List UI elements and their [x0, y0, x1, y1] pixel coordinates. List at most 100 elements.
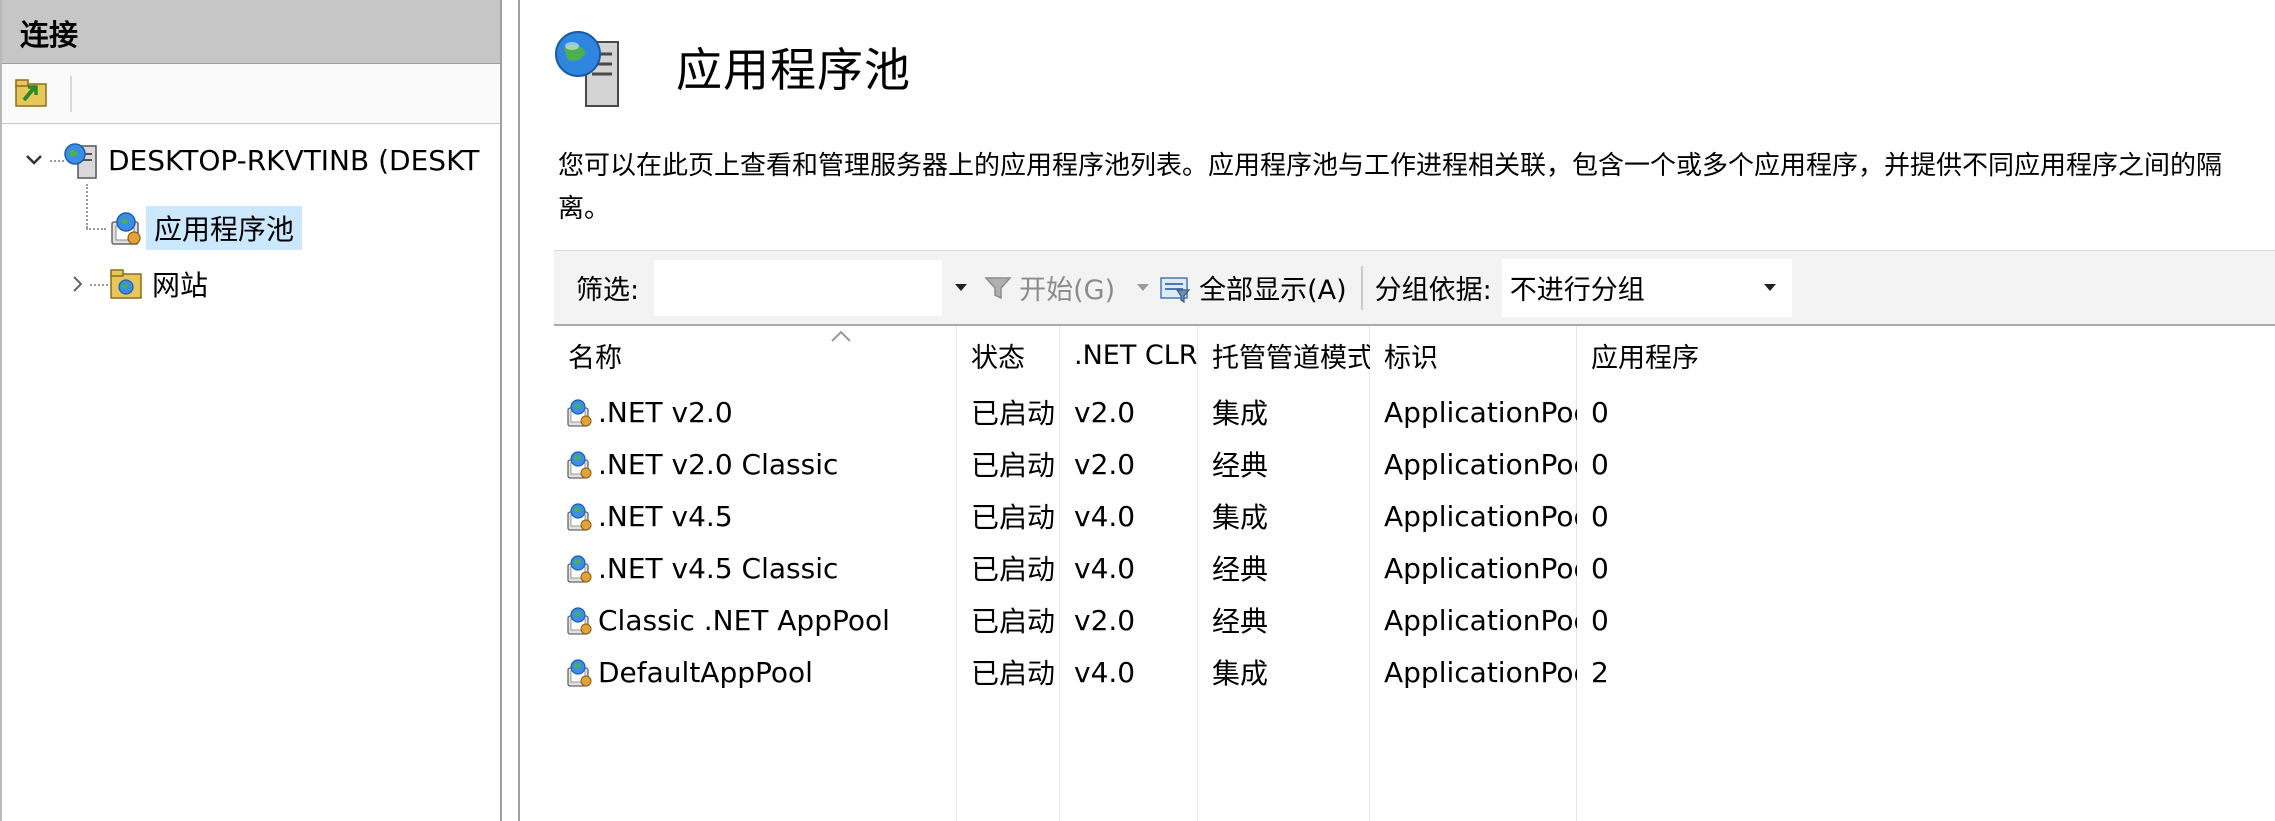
- table-row[interactable]: Classic .NET AppPool 已启动 v2.0 经典 Application…: [554, 594, 2275, 646]
- show-all-button-label: 全部显示(A): [1199, 275, 1347, 306]
- app-pool-icon: [567, 607, 592, 635]
- cell-name: .NET v2.0: [554, 386, 957, 438]
- group-by-value: 不进行分组: [1509, 275, 1645, 306]
- cell-applications: 0: [1591, 499, 1609, 533]
- cell-applications: 0: [1591, 395, 1609, 429]
- cell-name: .NET v4.5 Classic: [554, 542, 957, 594]
- cell-applications: 0: [1591, 447, 1609, 481]
- cell-pipeline-mode: 经典: [1212, 553, 1269, 586]
- connections-header: 连接: [2, 0, 500, 64]
- tree-connector: [86, 228, 106, 230]
- table-row[interactable]: DefaultAppPool 已启动 v4.0 集成 ApplicationPoolI.…: [554, 646, 2275, 698]
- cell-identity: ApplicationPoolI...: [1384, 499, 1577, 533]
- cell-status: 已启动: [971, 449, 1056, 482]
- tree-item-sites-label: 网站: [152, 269, 209, 302]
- cell-pipeline-mode: 集成: [1212, 501, 1269, 534]
- sites-folder-icon: [110, 269, 142, 299]
- cell-identity: ApplicationPoolI...: [1384, 551, 1577, 585]
- pool-name: Classic .NET AppPool: [598, 603, 890, 637]
- app-pool-icon: [111, 212, 141, 245]
- table-row[interactable]: .NET v2.0 已启动 v2.0 集成 ApplicationPoolI... 0: [554, 386, 2275, 438]
- cell-status: 已启动: [971, 397, 1056, 430]
- funnel-icon: [984, 276, 1012, 299]
- tree-item-app-pools[interactable]: 应用程序池: [106, 204, 303, 252]
- app-pools-header-icon: [555, 31, 619, 107]
- column-header-pipeline[interactable]: 托管管道模式: [1198, 326, 1370, 384]
- cell-clr-version: v2.0: [1074, 603, 1136, 637]
- tree-connector: [86, 184, 88, 228]
- start-button-label: 开始(G): [1019, 275, 1116, 306]
- tree-item-server[interactable]: DESKTOP-RKVTINB (DESKT: [64, 136, 487, 184]
- start-button[interactable]: 开始(G): [983, 268, 1115, 307]
- table-row[interactable]: .NET v4.5 已启动 v4.0 集成 ApplicationPoolI... 0: [554, 490, 2275, 542]
- cell-status: 已启动: [971, 605, 1056, 638]
- column-header-status[interactable]: 状态: [957, 326, 1060, 384]
- cell-clr-version: v4.0: [1074, 551, 1136, 585]
- app-pool-icon: [567, 451, 592, 479]
- tree-item-server-label: DESKTOP-RKVTINB (DESKT: [108, 143, 480, 177]
- main-pane: 应用程序池 您可以在此页上查看和管理服务器上的应用程序池列表。应用程序池与工作进…: [518, 0, 2275, 821]
- cell-pipeline-mode: 经典: [1212, 605, 1269, 638]
- cell-clr-version: v4.0: [1074, 499, 1136, 533]
- cell-name: .NET v4.5: [554, 490, 957, 542]
- column-header-identity[interactable]: 标识: [1370, 326, 1577, 384]
- group-by-label: 分组依据:: [1374, 275, 1492, 306]
- table-row[interactable]: .NET v2.0 Classic 已启动 v2.0 经典 ApplicationPoo…: [554, 438, 2275, 490]
- pool-name: .NET v4.5 Classic: [598, 551, 839, 585]
- cell-clr-version: v4.0: [1074, 655, 1136, 689]
- column-header-applications[interactable]: 应用程序: [1577, 326, 1777, 384]
- cell-status: 已启动: [971, 657, 1056, 690]
- show-all-icon: [1160, 276, 1191, 303]
- cell-status: 已启动: [971, 553, 1056, 586]
- app-pool-icon: [567, 399, 592, 427]
- app-pool-icon: [567, 503, 592, 531]
- page-header: [550, 24, 640, 114]
- cell-identity: ApplicationPoolI...: [1384, 603, 1577, 637]
- tree-item-sites[interactable]: 网站: [108, 260, 216, 308]
- tree-connector: [90, 284, 108, 286]
- app-pool-icon: [567, 555, 592, 583]
- cell-pipeline-mode: 经典: [1212, 449, 1269, 482]
- cell-name: .NET v2.0 Classic: [554, 438, 957, 490]
- chevron-down-icon: [1763, 284, 1776, 291]
- chevron-right-icon[interactable]: [68, 274, 88, 294]
- page-title: 应用程序池: [676, 43, 911, 97]
- cell-name: DefaultAppPool: [554, 646, 957, 698]
- pool-name: .NET v4.5: [598, 499, 733, 533]
- app-pools-table: 名称 状态 .NET CLR ... 托管管道模式 标识 应用程序 .NET v…: [554, 326, 2275, 821]
- pool-name: DefaultAppPool: [598, 655, 813, 689]
- tree-connector: [50, 160, 64, 162]
- column-header-clr[interactable]: .NET CLR ...: [1060, 326, 1198, 384]
- column-header-name[interactable]: 名称: [554, 326, 957, 384]
- app-pool-icon: [567, 659, 592, 687]
- pool-name: .NET v2.0: [598, 395, 733, 429]
- filter-toolbar: 筛选: 开始(G) 全部显示(A) 分组依据: 不进行分组: [554, 250, 2275, 326]
- cell-status: 已启动: [971, 501, 1056, 534]
- cell-pipeline-mode: 集成: [1212, 657, 1269, 690]
- chevron-down-icon[interactable]: [24, 150, 44, 170]
- cell-clr-version: v2.0: [1074, 447, 1136, 481]
- cell-identity: ApplicationPoolI...: [1384, 395, 1577, 429]
- toolbar-separator: [1360, 265, 1363, 310]
- cell-identity: ApplicationPoolI...: [1384, 655, 1577, 689]
- filter-label: 筛选:: [576, 275, 640, 306]
- table-row[interactable]: .NET v4.5 Classic 已启动 v4.0 经典 ApplicationPoo…: [554, 542, 2275, 594]
- cell-name: Classic .NET AppPool: [554, 594, 957, 646]
- cell-applications: 2: [1591, 655, 1609, 689]
- filter-dropdown-icon[interactable]: [955, 284, 968, 291]
- cell-applications: 0: [1591, 603, 1609, 637]
- tree-item-app-pools-label: 应用程序池: [146, 206, 303, 250]
- show-all-button[interactable]: 全部显示(A): [1159, 268, 1347, 307]
- connections-tree: DESKTOP-RKVTINB (DESKT 应用程序池 网站: [2, 124, 500, 814]
- filter-input[interactable]: [653, 258, 944, 317]
- group-by-select[interactable]: 不进行分组: [1501, 258, 1792, 317]
- cell-applications: 0: [1591, 551, 1609, 585]
- pool-name: .NET v2.0 Classic: [598, 447, 839, 481]
- start-dropdown-icon[interactable]: [1137, 284, 1150, 291]
- toolbar-separator: [70, 76, 72, 112]
- server-icon: [64, 143, 97, 179]
- connect-icon[interactable]: [14, 78, 48, 108]
- cell-clr-version: v2.0: [1074, 395, 1136, 429]
- page-description: 您可以在此页上查看和管理服务器上的应用程序池列表。应用程序池与工作进程相关联，包…: [558, 151, 2223, 224]
- connections-pane: 连接 DESKTOP-RKVTINB (DESKT 应用程序池 网站: [0, 0, 502, 821]
